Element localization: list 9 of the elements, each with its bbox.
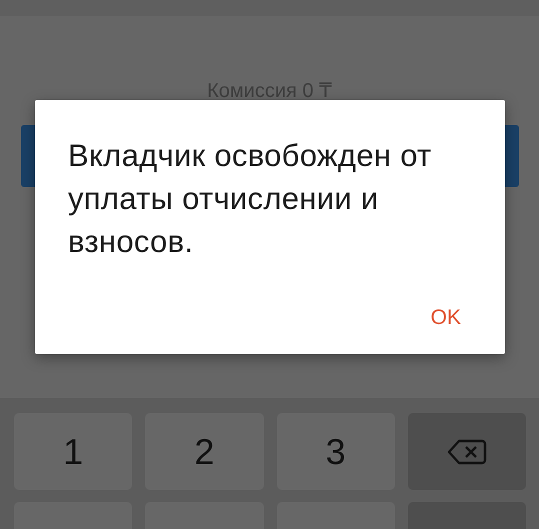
button-edge[interactable] bbox=[505, 125, 519, 187]
button-edge[interactable] bbox=[21, 125, 35, 187]
dialog-message: Вкладчик освобожден от уплаты отчислении и взносов. bbox=[68, 137, 433, 261]
ok-button[interactable]: OK bbox=[422, 300, 481, 336]
backspace-key[interactable] bbox=[408, 413, 526, 490]
keypad-key[interactable]: 1 bbox=[14, 413, 132, 490]
keypad-key[interactable]: 2 bbox=[145, 413, 264, 490]
keypad-key[interactable]: 3 bbox=[276, 413, 395, 490]
backspace-icon bbox=[446, 438, 487, 464]
